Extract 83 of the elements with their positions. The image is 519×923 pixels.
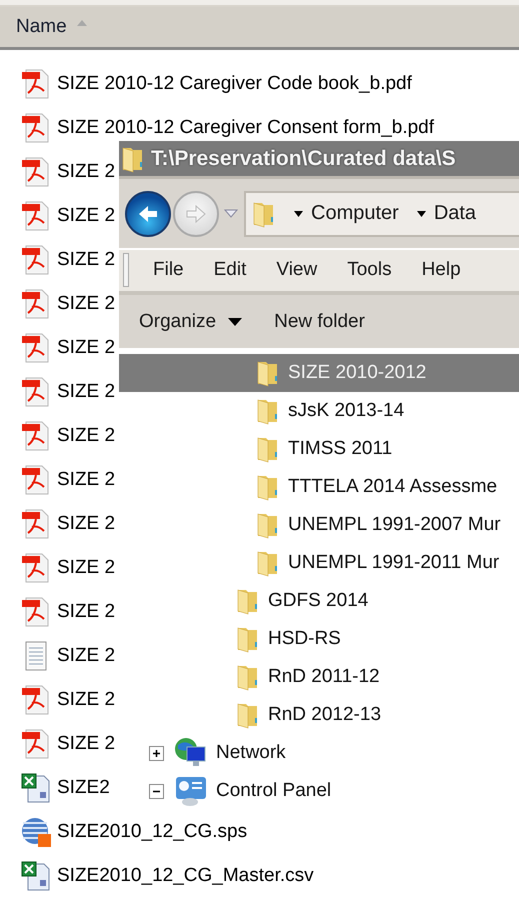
- collapse-icon[interactable]: [149, 784, 164, 798]
- tree-item-label: UNEMPL 1991-2011 Mur: [288, 552, 500, 574]
- file-name[interactable]: SIZE2: [57, 777, 110, 799]
- file-name[interactable]: SIZE 2: [57, 293, 116, 315]
- tree-item-label: SIZE 2010-2012: [288, 362, 426, 384]
- window-title: T:\Preservation\Curated data\S: [151, 146, 456, 171]
- menu-item[interactable]: View: [276, 259, 318, 282]
- folder-icon: [256, 549, 280, 577]
- folder-icon: [252, 200, 276, 228]
- file-name[interactable]: SIZE 2: [57, 161, 116, 183]
- organize-menu-button[interactable]: Organize: [133, 306, 248, 337]
- folder-icon: [236, 587, 260, 615]
- breadcrumb[interactable]: Data: [434, 202, 476, 226]
- menu-item[interactable]: File: [153, 259, 184, 282]
- tree-item-label: sJsK 2013-14: [288, 400, 404, 422]
- tree-item-label: TTTELA 2014 Assessme: [288, 476, 498, 498]
- tree-item[interactable]: RnD 2012-13: [119, 696, 519, 734]
- file-name[interactable]: SIZE 2: [57, 601, 116, 623]
- folder-icon: [256, 473, 280, 501]
- tree-item-label: TIMSS 2011: [288, 438, 392, 460]
- syntax-file-icon: [20, 816, 52, 848]
- tree-item[interactable]: RnD 2011-12: [119, 658, 519, 696]
- back-button[interactable]: [125, 190, 171, 237]
- menu-item[interactable]: Tools: [347, 259, 392, 282]
- tree-item-label: UNEMPL 1991-2007 Mur: [288, 514, 501, 536]
- file-name[interactable]: SIZE2010_12_CG_Master.csv: [57, 865, 314, 887]
- file-name[interactable]: SIZE2010_12_CG.sps: [57, 821, 248, 843]
- spreadsheet-file-icon: [20, 860, 52, 892]
- tree-item[interactable]: Network: [119, 734, 519, 772]
- file-name[interactable]: SIZE 2010-12 Caregiver Code book_b.pdf: [57, 73, 412, 95]
- folder-icon: [256, 397, 280, 425]
- spreadsheet-file-icon: [20, 772, 52, 804]
- column-header[interactable]: Name: [0, 5, 519, 50]
- folder-icon: [236, 663, 260, 691]
- file-name[interactable]: SIZE 2: [57, 513, 116, 535]
- folder-icon: [121, 144, 145, 173]
- tree-item-label: RnD 2012-13: [268, 704, 382, 726]
- tree-item-label: Control Panel: [216, 780, 332, 802]
- right-arrow-icon: [185, 204, 207, 224]
- tree-item-label: RnD 2011-12: [268, 666, 380, 688]
- folder-icon: [236, 625, 260, 653]
- tree-item-label: Network: [216, 742, 286, 764]
- file-name[interactable]: SIZE 2: [57, 557, 116, 579]
- menu-item[interactable]: Edit: [214, 259, 246, 282]
- tree-item-label: HSD-RS: [268, 628, 341, 650]
- tree-item[interactable]: UNEMPL 1991-2011 Mur: [119, 544, 519, 582]
- tree-item[interactable]: Control Panel: [119, 772, 519, 810]
- tree-item[interactable]: TTTELA 2014 Assessme: [119, 468, 519, 506]
- folder-icon: [256, 435, 280, 463]
- tree-item[interactable]: UNEMPL 1991-2007 Mur: [119, 506, 519, 544]
- menu-item[interactable]: Help: [422, 259, 461, 282]
- tree-item[interactable]: SIZE 2010-2012: [119, 354, 519, 392]
- folder-icon: [256, 359, 280, 387]
- tree-item[interactable]: HSD-RS: [119, 620, 519, 658]
- file-name[interactable]: SIZE 2: [57, 645, 116, 667]
- folder-icon: [236, 701, 260, 729]
- caret-icon[interactable]: [416, 210, 426, 217]
- file-name[interactable]: SIZE 2: [57, 425, 116, 447]
- tree-item[interactable]: sJsK 2013-14: [119, 392, 519, 430]
- tree-item[interactable]: GDFS 2014: [119, 582, 519, 620]
- toolbar-button[interactable]: New folder: [268, 306, 371, 337]
- file-name[interactable]: SIZE 2: [57, 733, 116, 755]
- left-arrow-icon: [137, 204, 159, 224]
- file-name[interactable]: SIZE 2: [57, 689, 116, 711]
- file-name[interactable]: SIZE 2: [57, 469, 116, 491]
- breadcrumb[interactable]: Computer: [311, 202, 399, 226]
- caret-icon: [228, 318, 242, 326]
- tree-item[interactable]: TIMSS 2011: [119, 430, 519, 468]
- file-name[interactable]: SIZE 2010-12 Caregiver Consent form_b.pdf: [57, 117, 434, 139]
- caret-icon[interactable]: [294, 210, 303, 217]
- file-name[interactable]: SIZE 2: [57, 249, 116, 271]
- address-bar[interactable]: Computer Data: [244, 190, 519, 237]
- expand-icon[interactable]: [149, 746, 164, 760]
- file-name[interactable]: SIZE 2: [57, 337, 116, 359]
- folder-icon: [256, 511, 280, 539]
- file-name[interactable]: SIZE 2: [57, 381, 116, 403]
- column-header-label: Name: [16, 16, 67, 38]
- tree-item-label: GDFS 2014: [268, 590, 368, 612]
- toolbar-grip[interactable]: [123, 253, 129, 288]
- file-name[interactable]: SIZE 2: [57, 205, 116, 227]
- dropdown-icon[interactable]: [224, 209, 238, 218]
- network-icon: [174, 737, 208, 769]
- control-panel-icon: [174, 775, 208, 807]
